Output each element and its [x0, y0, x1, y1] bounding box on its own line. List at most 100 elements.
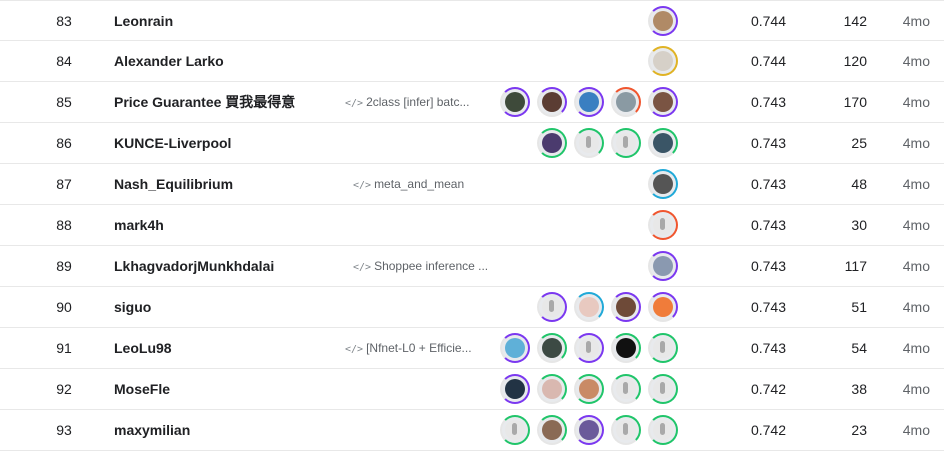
- user-avatar[interactable]: [648, 169, 678, 199]
- user-avatar[interactable]: [500, 374, 530, 404]
- goose-avatar-icon[interactable]: [648, 415, 678, 445]
- user-avatar[interactable]: [500, 87, 530, 117]
- goose-icon: [616, 420, 636, 440]
- table-row[interactable]: 92 MoseFle 0.742 38 4mo: [0, 369, 944, 410]
- avatar-image: [579, 379, 599, 399]
- team-name-link[interactable]: siguo: [114, 287, 151, 327]
- entries-cell: 117: [844, 258, 867, 274]
- avatar-image: [653, 51, 673, 71]
- goose-avatar-icon[interactable]: [648, 374, 678, 404]
- rank-cell: 87: [56, 176, 72, 192]
- entries-cell: 48: [851, 176, 867, 192]
- avatar-image: [542, 133, 562, 153]
- code-icon: </>: [353, 262, 372, 273]
- last-submission-cell: 4mo: [902, 13, 930, 29]
- table-row[interactable]: 93 maxymilian 0.742 23 4mo: [0, 410, 944, 451]
- table-row[interactable]: 84 Alexander Larko 0.744 120 4mo: [0, 41, 944, 82]
- avatar-image: [653, 133, 673, 153]
- avatar-image: [505, 338, 525, 358]
- team-name-link[interactable]: MoseFle: [114, 369, 170, 409]
- user-avatar[interactable]: [574, 374, 604, 404]
- notebook-link[interactable]: </> [Nfnet-L0 + Efficie...: [345, 328, 472, 368]
- user-avatar[interactable]: [574, 415, 604, 445]
- goose-avatar-icon[interactable]: [500, 415, 530, 445]
- last-submission-cell: 4mo: [902, 381, 930, 397]
- user-avatar[interactable]: [537, 415, 567, 445]
- team-name-link[interactable]: Nash_Equilibrium: [114, 164, 233, 204]
- goose-avatar-icon[interactable]: [574, 333, 604, 363]
- goose-icon: [505, 420, 525, 440]
- user-avatar[interactable]: [611, 333, 641, 363]
- user-avatar[interactable]: [648, 128, 678, 158]
- team-name-link[interactable]: LkhagvadorjMunkhdalai: [114, 246, 274, 286]
- user-avatar[interactable]: [500, 333, 530, 363]
- notebook-link[interactable]: </> 2class [infer] batc...: [345, 82, 469, 122]
- user-avatar[interactable]: [574, 292, 604, 322]
- goose-avatar-icon[interactable]: [611, 128, 641, 158]
- user-avatar[interactable]: [648, 46, 678, 76]
- user-avatar[interactable]: [648, 292, 678, 322]
- team-name-link[interactable]: Leonrain: [114, 1, 173, 41]
- notebook-link[interactable]: </> Shoppee inference ...: [353, 246, 488, 286]
- avatar-image: [653, 297, 673, 317]
- user-avatar[interactable]: [611, 292, 641, 322]
- team-name-link[interactable]: Price Guarantee 買我最得意: [114, 82, 295, 122]
- goose-avatar-icon[interactable]: [537, 292, 567, 322]
- goose-avatar-icon[interactable]: [648, 210, 678, 240]
- team-name-link[interactable]: LeoLu98: [114, 328, 172, 368]
- rank-cell: 89: [56, 258, 72, 274]
- user-avatar[interactable]: [537, 87, 567, 117]
- goose-avatar-icon[interactable]: [611, 374, 641, 404]
- code-icon: </>: [345, 98, 364, 109]
- table-row[interactable]: 91 LeoLu98 </> [Nfnet-L0 + Efficie... 0.743 5…: [0, 328, 944, 369]
- notebook-label: meta_and_mean: [374, 177, 465, 191]
- table-row[interactable]: 86 KUNCE-Liverpool 0.743 25 4mo: [0, 123, 944, 164]
- goose-avatar-icon[interactable]: [648, 333, 678, 363]
- user-avatar[interactable]: [537, 128, 567, 158]
- table-row[interactable]: 85 Price Guarantee 買我最得意 </> 2class [infer]…: [0, 82, 944, 123]
- entries-cell: 51: [851, 299, 867, 315]
- team-name-link[interactable]: KUNCE-Liverpool: [114, 123, 231, 163]
- avatar-image: [579, 92, 599, 112]
- last-submission-cell: 4mo: [902, 422, 930, 438]
- user-avatar[interactable]: [648, 87, 678, 117]
- avatar-image: [542, 420, 562, 440]
- score-cell: 0.743: [750, 258, 786, 274]
- notebook-label: [Nfnet-L0 + Efficie...: [366, 341, 472, 355]
- team-name-link[interactable]: maxymilian: [114, 410, 190, 450]
- avatar-image: [579, 420, 599, 440]
- entries-cell: 120: [843, 53, 867, 69]
- table-row[interactable]: 90 siguo 0.743 51 4mo: [0, 287, 944, 328]
- user-avatar[interactable]: [537, 333, 567, 363]
- avatar-image: [505, 379, 525, 399]
- leaderboard-table: 83 Leonrain 0.744 142 4mo 84 Alexander Larko 0.…: [0, 0, 944, 451]
- team-name-link[interactable]: mark4h: [114, 205, 164, 245]
- score-cell: 0.743: [750, 299, 786, 315]
- goose-avatar-icon[interactable]: [574, 128, 604, 158]
- avatar-image: [653, 174, 673, 194]
- goose-icon: [542, 297, 562, 317]
- goose-icon: [616, 133, 636, 153]
- team-name-link[interactable]: Alexander Larko: [114, 41, 224, 81]
- user-avatar[interactable]: [611, 87, 641, 117]
- avatar-image: [579, 297, 599, 317]
- table-row[interactable]: 89 LkhagvadorjMunkhdalai </> Shoppee infere…: [0, 246, 944, 287]
- user-avatar[interactable]: [574, 87, 604, 117]
- avatar-image: [505, 92, 525, 112]
- user-avatar[interactable]: [648, 6, 678, 36]
- entries-cell: 54: [851, 340, 867, 356]
- table-row[interactable]: 88 mark4h 0.743 30 4mo: [0, 205, 944, 246]
- last-submission-cell: 4mo: [902, 53, 930, 69]
- avatar-image: [542, 92, 562, 112]
- goose-avatar-icon[interactable]: [611, 415, 641, 445]
- table-row[interactable]: 87 Nash_Equilibrium </> meta_and_mean 0.743 4…: [0, 164, 944, 205]
- rank-cell: 88: [56, 217, 72, 233]
- score-cell: 0.743: [750, 135, 786, 151]
- entries-cell: 25: [851, 135, 867, 151]
- notebook-link[interactable]: </> meta_and_mean: [353, 164, 464, 204]
- notebook-label: Shoppee inference ...: [374, 259, 489, 273]
- table-row[interactable]: 83 Leonrain 0.744 142 4mo: [0, 0, 944, 41]
- avatar-image: [653, 256, 673, 276]
- user-avatar[interactable]: [537, 374, 567, 404]
- user-avatar[interactable]: [648, 251, 678, 281]
